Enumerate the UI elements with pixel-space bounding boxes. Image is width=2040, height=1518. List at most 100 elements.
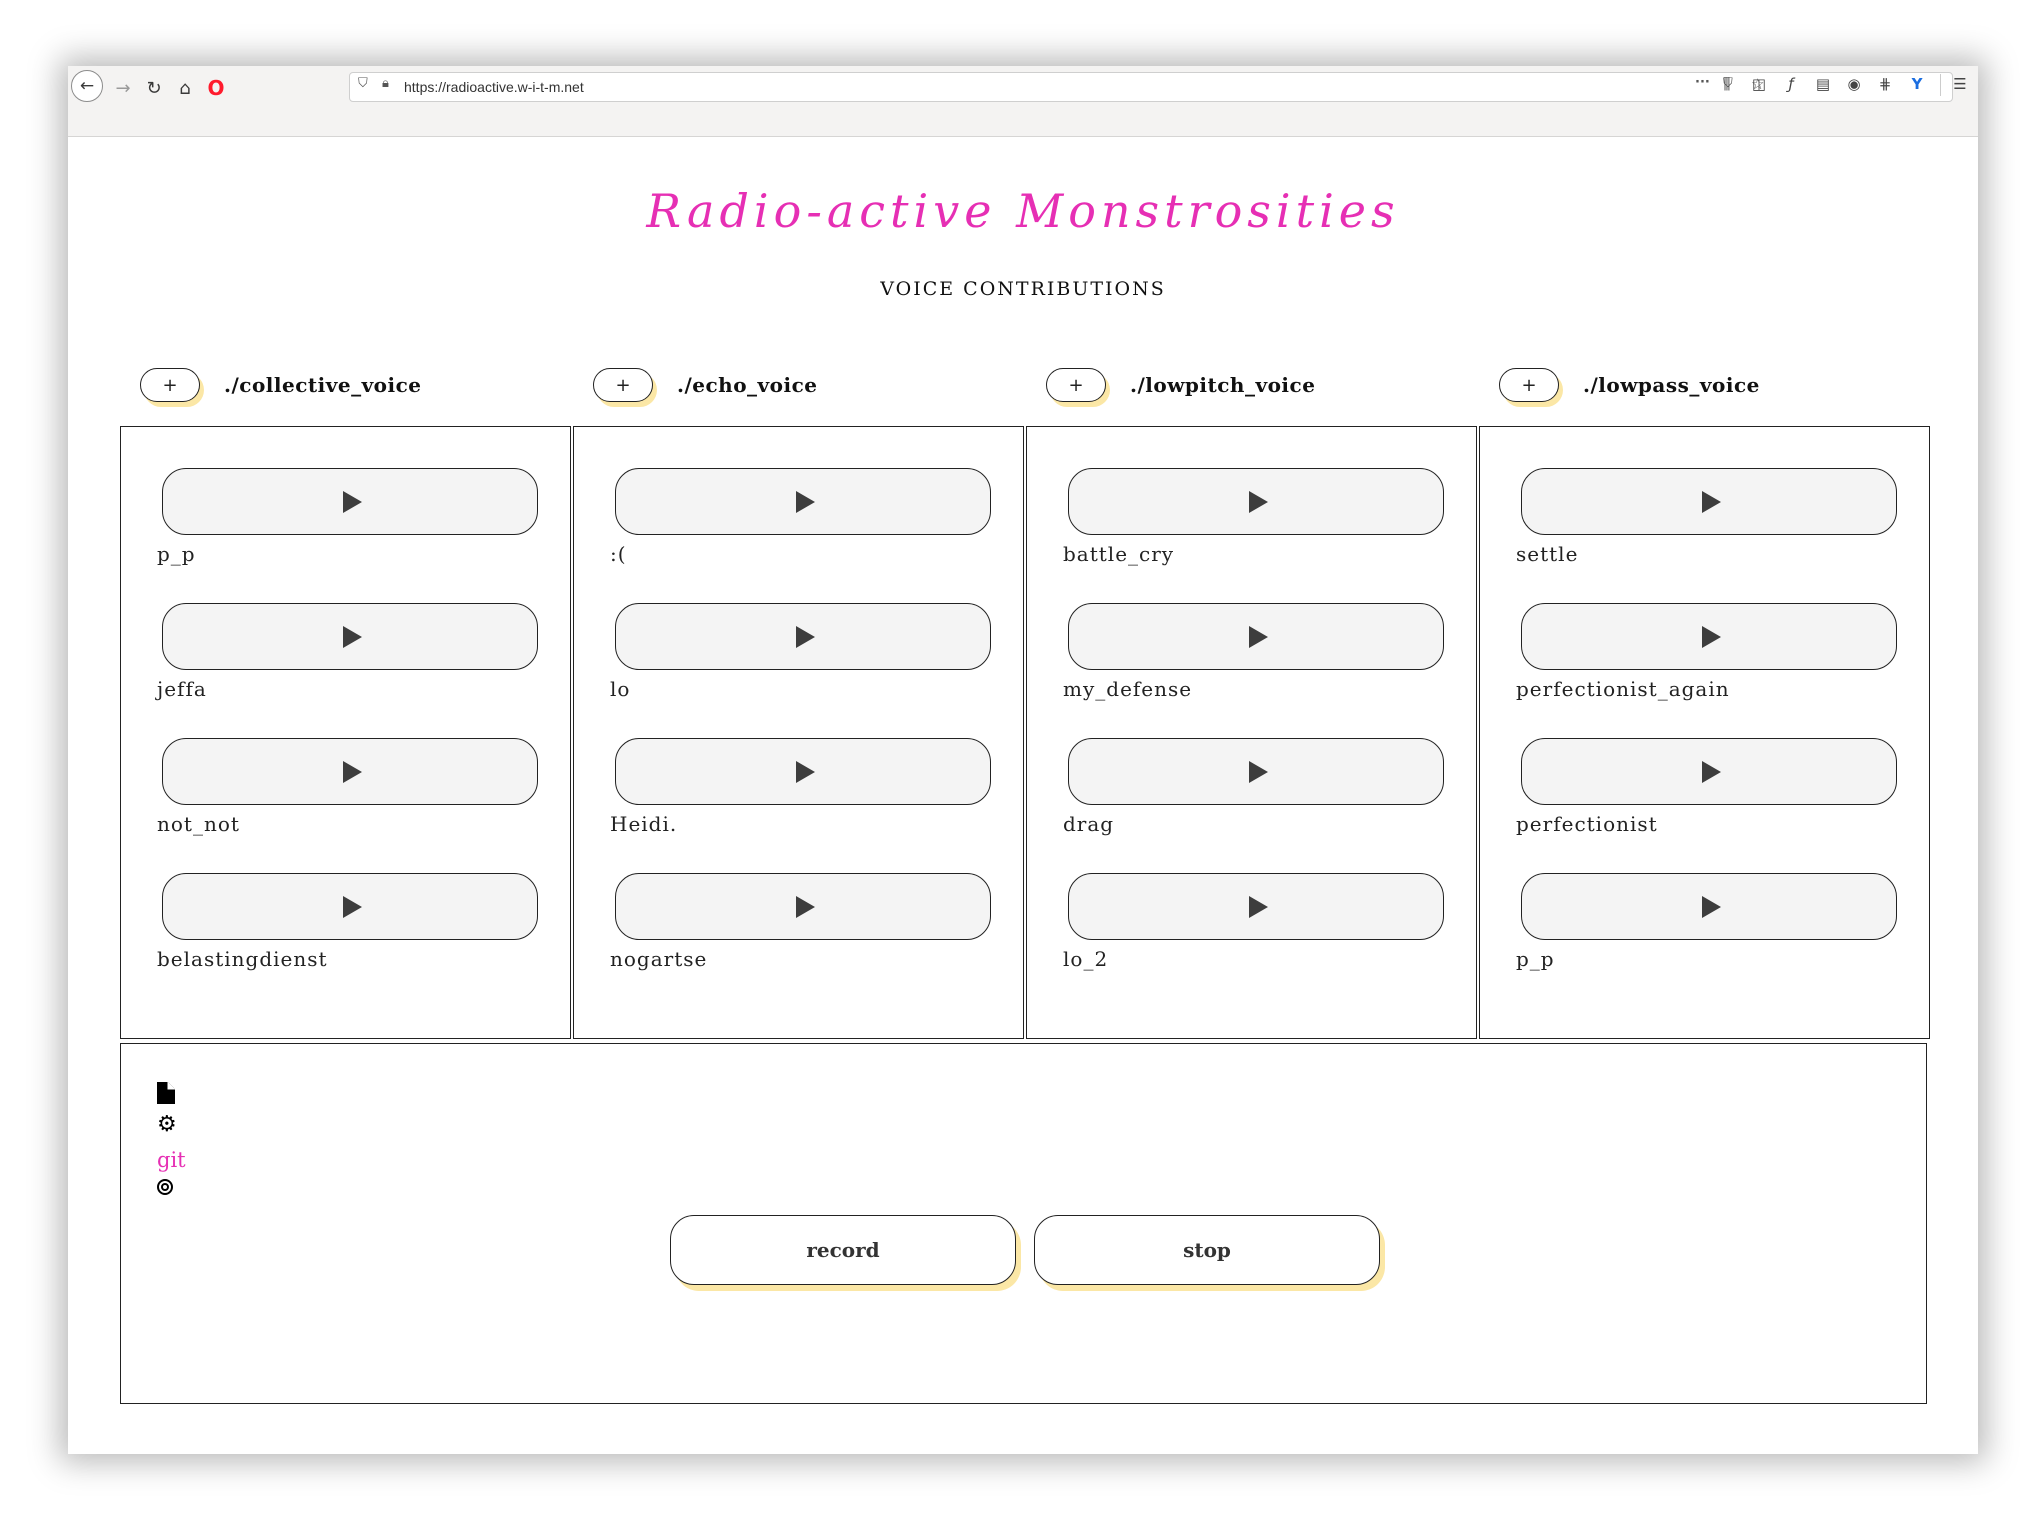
column-title: ./echo_voice bbox=[677, 373, 818, 397]
audio-clip: perfectionist_again bbox=[1480, 603, 1929, 739]
play-button[interactable] bbox=[1521, 738, 1897, 805]
font-icon[interactable]: ƒ bbox=[1780, 72, 1802, 96]
play-icon bbox=[1248, 760, 1268, 783]
reader-icon[interactable]: ▤ bbox=[1812, 72, 1834, 96]
audio-clip: nogartse bbox=[574, 873, 1023, 1009]
column-title: ./lowpass_voice bbox=[1583, 373, 1760, 397]
play-button[interactable] bbox=[1068, 468, 1444, 535]
play-icon bbox=[795, 895, 815, 918]
clip-label: p_p bbox=[157, 542, 196, 566]
stop-button[interactable]: stop bbox=[1034, 1215, 1380, 1285]
play-button[interactable] bbox=[1068, 738, 1444, 805]
extension-icon[interactable]: ⋕ bbox=[1874, 72, 1896, 96]
play-button[interactable] bbox=[1521, 468, 1897, 535]
column-title: ./lowpitch_voice bbox=[1130, 373, 1316, 397]
gears-icon[interactable]: ⚙︎ bbox=[157, 1114, 177, 1136]
clip-label: belastingdienst bbox=[157, 947, 328, 971]
play-icon bbox=[1248, 490, 1268, 513]
audio-clip: belastingdienst bbox=[121, 873, 570, 1009]
clip-label: nogartse bbox=[610, 947, 708, 971]
play-icon bbox=[795, 625, 815, 648]
audio-clip: drag bbox=[1027, 738, 1476, 874]
audio-clip: lo bbox=[574, 603, 1023, 739]
play-button[interactable] bbox=[615, 738, 991, 805]
play-icon bbox=[1248, 625, 1268, 648]
play-icon bbox=[342, 625, 362, 648]
clip-label: perfectionist_again bbox=[1516, 677, 1730, 701]
clip-label: drag bbox=[1063, 812, 1115, 836]
add-clip-button[interactable]: + bbox=[1499, 368, 1559, 402]
audio-clip: perfectionist bbox=[1480, 738, 1929, 874]
play-icon bbox=[795, 760, 815, 783]
play-button[interactable] bbox=[162, 738, 538, 805]
play-button[interactable] bbox=[615, 468, 991, 535]
home-icon[interactable]: ⌂ bbox=[170, 73, 200, 103]
play-button[interactable] bbox=[615, 873, 991, 940]
play-button[interactable] bbox=[1068, 873, 1444, 940]
more-icon[interactable]: ··· bbox=[1695, 75, 1710, 90]
play-button[interactable] bbox=[1521, 873, 1897, 940]
play-icon bbox=[1701, 895, 1721, 918]
add-clip-button[interactable]: + bbox=[593, 368, 653, 402]
clip-label: my_defense bbox=[1063, 677, 1193, 701]
play-button[interactable] bbox=[162, 873, 538, 940]
play-button[interactable] bbox=[162, 468, 538, 535]
play-button[interactable] bbox=[615, 603, 991, 670]
library-icon[interactable]: ⫼ bbox=[1716, 72, 1738, 96]
clip-label: Heidi. bbox=[610, 812, 678, 836]
vpn-icon[interactable]: Y bbox=[1906, 72, 1928, 96]
audio-clip: battle_cry bbox=[1027, 468, 1476, 604]
play-icon bbox=[1248, 895, 1268, 918]
sidebar-icon[interactable]: ◫ bbox=[1748, 72, 1770, 96]
git-link[interactable]: git bbox=[157, 1148, 186, 1172]
browser-toolbar: ← → ↻ ⌂ O ⛉ 🔒︎ https://radioactive.w-i-t… bbox=[68, 66, 1978, 137]
clip-label: not_not bbox=[157, 812, 240, 836]
audio-clip: my_defense bbox=[1027, 603, 1476, 739]
document-icon[interactable] bbox=[157, 1082, 175, 1104]
page-title: Radio-active Monstrosities bbox=[646, 184, 1400, 238]
voice-column-echo: :( lo Heidi. nogartse bbox=[573, 426, 1024, 1039]
play-icon bbox=[1701, 490, 1721, 513]
audio-clip: jeffa bbox=[121, 603, 570, 739]
url-text[interactable]: https://radioactive.w-i-t-m.net bbox=[404, 79, 584, 95]
voice-column-lowpass: settle perfectionist_again perfectionist… bbox=[1479, 426, 1930, 1039]
lock-icon: 🔒︎ bbox=[382, 76, 389, 91]
record-button[interactable]: record bbox=[670, 1215, 1016, 1285]
voice-column-lowpitch: battle_cry my_defense drag lo_2 bbox=[1026, 426, 1477, 1039]
add-clip-button[interactable]: + bbox=[1046, 368, 1106, 402]
play-icon bbox=[1701, 625, 1721, 648]
account-icon[interactable]: ◉ bbox=[1843, 72, 1865, 96]
clip-label: lo bbox=[610, 677, 631, 701]
play-icon bbox=[1701, 760, 1721, 783]
shield-icon[interactable]: ⛉ bbox=[358, 76, 368, 91]
menu-icon[interactable]: ☰ bbox=[1949, 72, 1971, 96]
url-bar[interactable]: ⛉ 🔒︎ https://radioactive.w-i-t-m.net ···… bbox=[349, 72, 1953, 102]
audio-clip: not_not bbox=[121, 738, 570, 874]
add-clip-button[interactable]: + bbox=[140, 368, 200, 402]
play-button[interactable] bbox=[162, 603, 538, 670]
play-button[interactable] bbox=[1068, 603, 1444, 670]
clip-label: jeffa bbox=[157, 677, 207, 701]
forward-icon[interactable]: → bbox=[108, 73, 138, 103]
browser-window: ← → ↻ ⌂ O ⛉ 🔒︎ https://radioactive.w-i-t… bbox=[68, 66, 1978, 1454]
audio-clip: settle bbox=[1480, 468, 1929, 604]
clip-label: perfectionist bbox=[1516, 812, 1658, 836]
toolbar-divider bbox=[1940, 74, 1941, 96]
audio-clip: Heidi. bbox=[574, 738, 1023, 874]
play-icon bbox=[795, 490, 815, 513]
back-icon[interactable]: ← bbox=[71, 70, 103, 102]
clip-label: lo_2 bbox=[1063, 947, 1109, 971]
play-icon bbox=[342, 760, 362, 783]
audio-clip: :( bbox=[574, 468, 1023, 604]
play-button[interactable] bbox=[1521, 603, 1897, 670]
clip-label: battle_cry bbox=[1063, 542, 1175, 566]
copyleft-icon[interactable] bbox=[157, 1179, 173, 1195]
reload-icon[interactable]: ↻ bbox=[139, 73, 169, 103]
clip-label: p_p bbox=[1516, 947, 1555, 971]
audio-clip: lo_2 bbox=[1027, 873, 1476, 1009]
opera-icon[interactable]: O bbox=[201, 73, 231, 103]
page-subtitle: VOICE CONTRIBUTIONS bbox=[880, 278, 1166, 300]
audio-clip: p_p bbox=[121, 468, 570, 604]
audio-clip: p_p bbox=[1480, 873, 1929, 1009]
play-icon bbox=[342, 490, 362, 513]
